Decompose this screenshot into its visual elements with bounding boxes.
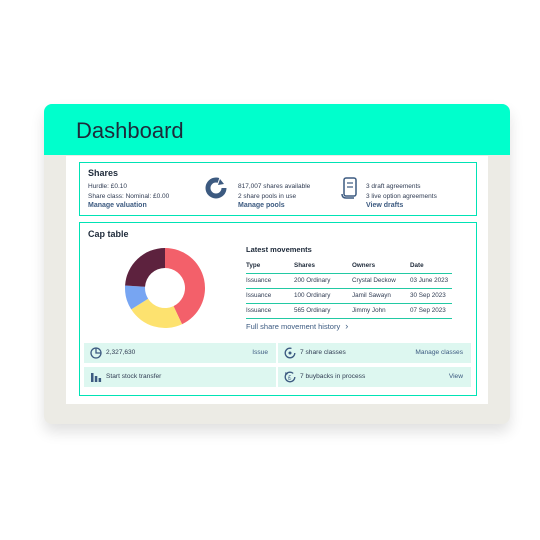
svg-text:£: £ — [288, 376, 292, 382]
issue-button[interactable]: Issue — [252, 349, 268, 356]
manage-classes-button[interactable]: Manage classes — [415, 349, 463, 356]
share-class-text: Share class: Nominal: £0.00 — [88, 193, 170, 200]
cell-shares: 565 Ordinary — [294, 307, 331, 314]
column-header-owners: Owners — [352, 262, 376, 269]
shares-available-text: 817,007 shares available — [238, 183, 311, 190]
buybacks-text: 7 buybacks in process — [300, 373, 366, 380]
share-classes-text: 7 share classes — [300, 349, 346, 356]
cell-type: Issuance — [246, 292, 272, 299]
bar-chart-icon — [91, 373, 102, 382]
start-stock-transfer-button[interactable]: Start stock transfer — [106, 373, 161, 380]
shares-card: Shares Hurdle: £0.10 Share class: Nomina… — [79, 162, 477, 216]
hurdle-text: Hurdle: £0.10 — [88, 183, 128, 190]
total-shares-tile: 2,327,630 Issue — [84, 343, 276, 363]
share-classes-tile: 7 share classes Manage classes — [278, 343, 471, 363]
content-panel: Shares Hurdle: £0.10 Share class: Nomina… — [66, 156, 488, 404]
buybacks-tile: £ 7 buybacks in process View — [278, 367, 471, 387]
cell-date: 30 Sep 2023 — [410, 292, 446, 299]
manage-valuation-link[interactable]: Manage valuation — [88, 202, 147, 209]
full-history-label: Full share movement history — [246, 322, 341, 331]
cap-table-donut-chart — [125, 248, 205, 328]
cell-shares: 100 Ordinary — [294, 292, 331, 299]
total-shares-value: 2,327,630 — [106, 349, 136, 356]
cell-date: 03 June 2023 — [410, 277, 449, 284]
cell-owner: Jamil Sawayn — [352, 292, 391, 299]
manage-pools-link[interactable]: Manage pools — [238, 202, 285, 209]
chevron-right-icon: › — [345, 321, 349, 331]
share-pools-icon — [205, 177, 227, 199]
view-drafts-link[interactable]: View drafts — [366, 202, 403, 209]
column-header-date: Date — [410, 262, 424, 269]
pie-chart-icon — [90, 347, 102, 359]
table-row[interactable]: Issuance 100 Ordinary Jamil Sawayn 30 Se… — [246, 289, 452, 304]
column-header-shares: Shares — [294, 262, 316, 269]
shares-title: Shares — [88, 168, 119, 178]
draft-agreements-text: 3 draft agreements — [366, 183, 421, 190]
dashboard-window: Dashboard Shares Hurdle: £0.10 Share cla… — [44, 104, 510, 424]
buyback-cycle-icon: £ — [284, 371, 296, 383]
donut-slice-4 — [125, 248, 165, 287]
view-buybacks-button[interactable]: View — [449, 373, 463, 380]
agreement-scroll-icon — [341, 177, 357, 199]
table-row[interactable]: Issuance 200 Ordinary Crystal Deckow 03 … — [246, 274, 452, 289]
column-header-type: Type — [246, 262, 261, 269]
cell-shares: 200 Ordinary — [294, 277, 331, 284]
cell-owner: Jimmy John — [352, 307, 386, 314]
cap-table-card: Cap table Latest movements Type Shares O… — [79, 222, 477, 396]
live-option-agreements-text: 3 live option agreements — [366, 193, 437, 200]
cell-date: 07 Sep 2023 — [410, 307, 446, 314]
cell-type: Issuance — [246, 277, 272, 284]
refresh-icon — [284, 347, 296, 359]
cell-owner: Crystal Deckow — [352, 277, 396, 284]
header-bar: Dashboard — [44, 104, 510, 155]
table-row[interactable]: Issuance 565 Ordinary Jimmy John 07 Sep … — [246, 304, 452, 319]
cell-type: Issuance — [246, 307, 272, 314]
page-title: Dashboard — [76, 118, 184, 143]
cap-table-title: Cap table — [88, 229, 129, 239]
stock-transfer-tile[interactable]: Start stock transfer — [84, 367, 276, 387]
pools-in-use-text: 2 share pools in use — [238, 193, 297, 200]
latest-movements-title: Latest movements — [246, 245, 312, 254]
table-header-row: Type Shares Owners Date — [246, 259, 452, 274]
full-history-link[interactable]: Full share movement history › — [246, 321, 348, 331]
